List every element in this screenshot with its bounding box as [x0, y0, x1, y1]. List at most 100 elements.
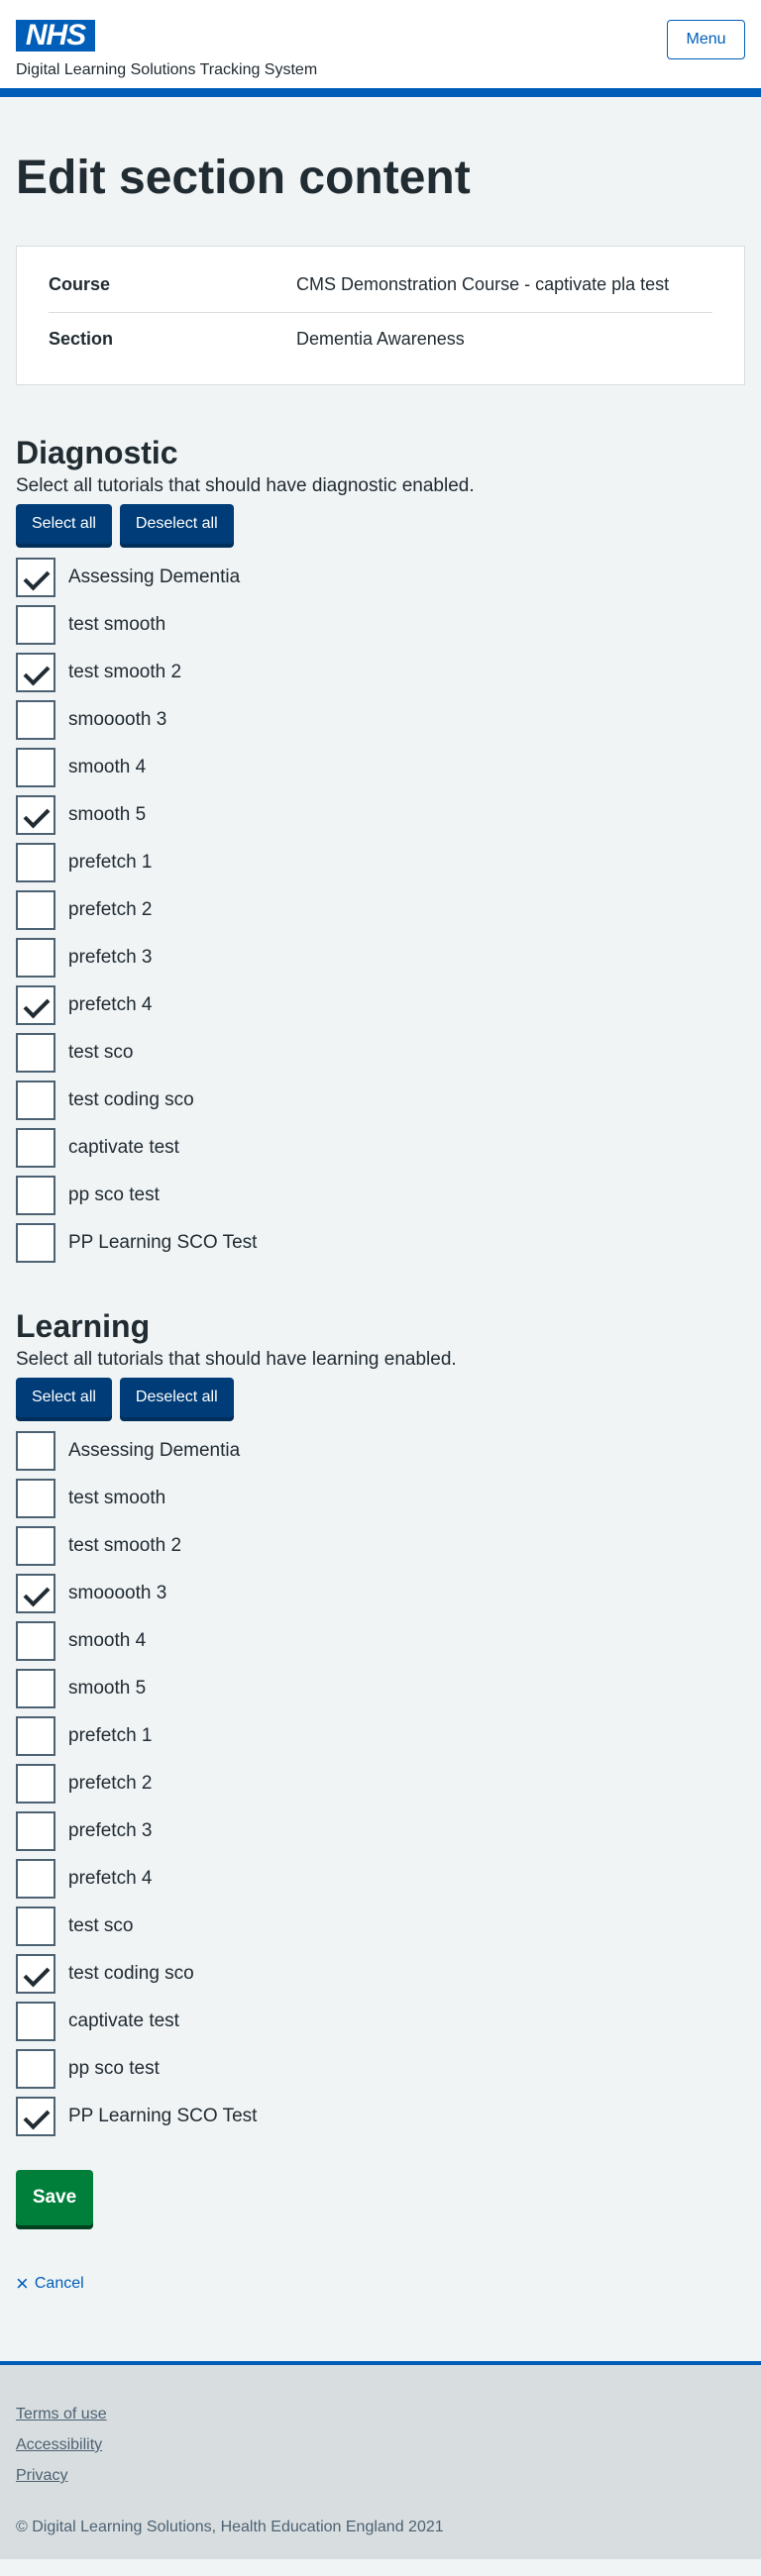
- learning-checkbox-label[interactable]: test smooth: [68, 1488, 165, 1509]
- diagnostic-checkbox[interactable]: [16, 1176, 55, 1215]
- diagnostic-checkbox-label[interactable]: prefetch 4: [68, 994, 153, 1016]
- learning-checkbox-label[interactable]: pp sco test: [68, 2058, 160, 2080]
- diagnostic-checkbox-item[interactable]: test sco: [16, 1029, 745, 1077]
- learning-checkbox[interactable]: [16, 2002, 55, 2041]
- diagnostic-checkbox-item[interactable]: smooth 5: [16, 791, 745, 839]
- diagnostic-checkbox[interactable]: [16, 795, 55, 835]
- learning-checkbox[interactable]: [16, 2097, 55, 2136]
- diagnostic-checkbox-label[interactable]: test smooth 2: [68, 662, 181, 683]
- learning-checkbox-label[interactable]: smooth 5: [68, 1678, 146, 1700]
- learning-checkbox[interactable]: [16, 1954, 55, 1994]
- diagnostic-checkbox-label[interactable]: prefetch 2: [68, 899, 153, 921]
- footer-link-privacy[interactable]: Privacy: [16, 2460, 745, 2491]
- learning-checkbox-item[interactable]: prefetch 1: [16, 1712, 745, 1760]
- diagnostic-checkbox[interactable]: [16, 748, 55, 787]
- learning-select-all-button[interactable]: Select all: [16, 1378, 112, 1417]
- learning-checkbox[interactable]: [16, 1716, 55, 1756]
- learning-checkbox-label[interactable]: captivate test: [68, 2010, 179, 2032]
- learning-checkbox-item[interactable]: smooth 4: [16, 1617, 745, 1665]
- diagnostic-checkbox[interactable]: [16, 1223, 55, 1263]
- learning-checkbox-item[interactable]: Assessing Dementia: [16, 1427, 745, 1475]
- learning-checkbox-label[interactable]: smooooth 3: [68, 1583, 166, 1604]
- learning-checkbox-item[interactable]: test sco: [16, 1903, 745, 1950]
- diagnostic-checkbox-item[interactable]: prefetch 3: [16, 934, 745, 981]
- learning-checkbox-item[interactable]: prefetch 3: [16, 1807, 745, 1855]
- diagnostic-checkbox-label[interactable]: test smooth: [68, 614, 165, 636]
- learning-checkbox[interactable]: [16, 1479, 55, 1518]
- diagnostic-checkbox[interactable]: [16, 653, 55, 692]
- diagnostic-checkbox-item[interactable]: test smooth 2: [16, 649, 745, 696]
- diagnostic-checkbox-item[interactable]: prefetch 1: [16, 839, 745, 886]
- diagnostic-checkbox[interactable]: [16, 558, 55, 597]
- learning-checkbox-item[interactable]: prefetch 4: [16, 1855, 745, 1903]
- learning-checkbox[interactable]: [16, 1431, 55, 1471]
- learning-checkbox-label[interactable]: test sco: [68, 1915, 133, 1937]
- diagnostic-checkbox-item[interactable]: prefetch 4: [16, 981, 745, 1029]
- learning-checkbox-label[interactable]: smooth 4: [68, 1630, 146, 1652]
- diagnostic-checkbox-item[interactable]: test smooth: [16, 601, 745, 649]
- diagnostic-checkbox-item[interactable]: smooooth 3: [16, 696, 745, 744]
- learning-checkbox[interactable]: [16, 1526, 55, 1566]
- diagnostic-checkbox-label[interactable]: pp sco test: [68, 1185, 160, 1206]
- footer-link-terms[interactable]: Terms of use: [16, 2399, 745, 2429]
- learning-checkbox-item[interactable]: PP Learning SCO Test: [16, 2093, 745, 2140]
- learning-checkbox-label[interactable]: test coding sco: [68, 1963, 194, 1985]
- diagnostic-checkbox-label[interactable]: Assessing Dementia: [68, 567, 240, 588]
- diagnostic-checkbox-item[interactable]: pp sco test: [16, 1172, 745, 1219]
- learning-checkbox-label[interactable]: prefetch 3: [68, 1820, 153, 1842]
- learning-checkbox-item[interactable]: captivate test: [16, 1998, 745, 2045]
- diagnostic-checkbox-item[interactable]: Assessing Dementia: [16, 554, 745, 601]
- service-name[interactable]: Digital Learning Solutions Tracking Syst…: [16, 61, 317, 79]
- learning-checkbox-label[interactable]: test smooth 2: [68, 1535, 181, 1557]
- diagnostic-checkbox-item[interactable]: PP Learning SCO Test: [16, 1219, 745, 1267]
- learning-checkbox-item[interactable]: smooooth 3: [16, 1570, 745, 1617]
- diagnostic-checkbox-label[interactable]: test coding sco: [68, 1089, 194, 1111]
- cancel-link[interactable]: × Cancel: [16, 2273, 84, 2295]
- learning-checkbox-label[interactable]: prefetch 1: [68, 1725, 153, 1747]
- learning-checkbox-label[interactable]: Assessing Dementia: [68, 1440, 240, 1462]
- diagnostic-checkbox-label[interactable]: prefetch 1: [68, 852, 153, 874]
- learning-checkbox-item[interactable]: test smooth 2: [16, 1522, 745, 1570]
- learning-checkbox[interactable]: [16, 1859, 55, 1899]
- learning-checkbox[interactable]: [16, 1621, 55, 1661]
- learning-checkbox-item[interactable]: smooth 5: [16, 1665, 745, 1712]
- diagnostic-checkbox-item[interactable]: captivate test: [16, 1124, 745, 1172]
- diagnostic-checkbox-label[interactable]: smooth 4: [68, 757, 146, 778]
- diagnostic-checkbox[interactable]: [16, 890, 55, 930]
- learning-deselect-all-button[interactable]: Deselect all: [119, 1378, 234, 1417]
- diagnostic-checkbox[interactable]: [16, 1128, 55, 1168]
- diagnostic-checkbox-label[interactable]: smooth 5: [68, 804, 146, 826]
- diagnostic-checkbox[interactable]: [16, 605, 55, 645]
- diagnostic-checkbox-item[interactable]: prefetch 2: [16, 886, 745, 934]
- learning-checkbox-item[interactable]: test smooth: [16, 1475, 745, 1522]
- diagnostic-checkbox-label[interactable]: captivate test: [68, 1137, 179, 1159]
- diagnostic-deselect-all-button[interactable]: Deselect all: [119, 504, 234, 544]
- learning-checkbox[interactable]: [16, 1764, 55, 1803]
- learning-checkbox-item[interactable]: test coding sco: [16, 1950, 745, 1998]
- diagnostic-select-all-button[interactable]: Select all: [16, 504, 112, 544]
- diagnostic-checkbox-label[interactable]: PP Learning SCO Test: [68, 1232, 257, 1254]
- diagnostic-checkbox[interactable]: [16, 700, 55, 740]
- learning-checkbox-label[interactable]: prefetch 2: [68, 1773, 153, 1795]
- diagnostic-checkbox[interactable]: [16, 843, 55, 882]
- learning-checkbox[interactable]: [16, 1811, 55, 1851]
- learning-checkbox-item[interactable]: pp sco test: [16, 2045, 745, 2093]
- learning-checkbox-label[interactable]: prefetch 4: [68, 1868, 153, 1890]
- save-button[interactable]: Save: [16, 2170, 93, 2225]
- learning-checkbox[interactable]: [16, 1906, 55, 1946]
- diagnostic-checkbox-label[interactable]: smooooth 3: [68, 709, 166, 731]
- diagnostic-checkbox[interactable]: [16, 985, 55, 1025]
- learning-checkbox[interactable]: [16, 2049, 55, 2089]
- diagnostic-checkbox-item[interactable]: smooth 4: [16, 744, 745, 791]
- learning-checkbox[interactable]: [16, 1574, 55, 1613]
- diagnostic-checkbox-item[interactable]: test coding sco: [16, 1077, 745, 1124]
- nhs-logo[interactable]: NHS: [16, 20, 95, 52]
- learning-checkbox[interactable]: [16, 1669, 55, 1708]
- diagnostic-checkbox[interactable]: [16, 938, 55, 978]
- learning-checkbox-item[interactable]: prefetch 2: [16, 1760, 745, 1807]
- diagnostic-checkbox[interactable]: [16, 1033, 55, 1073]
- diagnostic-checkbox[interactable]: [16, 1081, 55, 1120]
- diagnostic-checkbox-label[interactable]: test sco: [68, 1042, 133, 1064]
- footer-link-accessibility[interactable]: Accessibility: [16, 2429, 745, 2460]
- menu-button[interactable]: Menu: [667, 20, 745, 59]
